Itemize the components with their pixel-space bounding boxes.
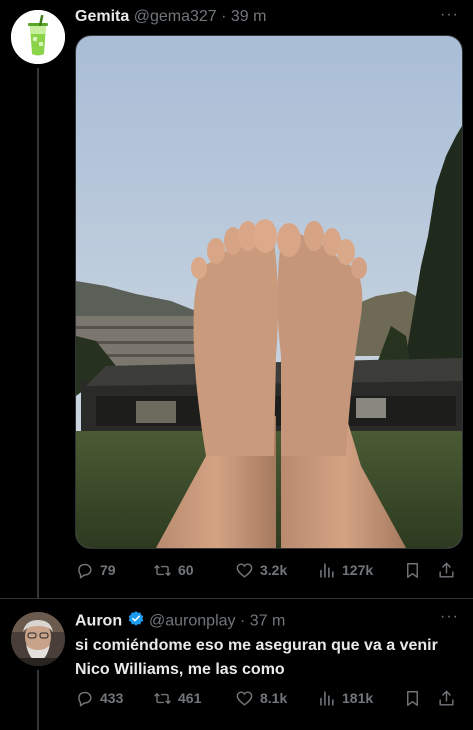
timestamp[interactable]: · 37 m [240,613,285,630]
bookmark-icon [407,562,418,578]
repost-count: 461 [178,690,202,706]
username[interactable]: @auronplay [149,613,236,630]
repost-icon [154,564,171,576]
tweet-actions: 433 461 8.1k 181k [75,686,461,710]
display-name[interactable]: Auron [75,613,122,630]
share-button[interactable] [437,689,457,708]
repost-count: 60 [178,562,194,578]
tweet-photo[interactable] [75,35,463,549]
reply-button[interactable]: 433 [75,689,153,708]
like-button[interactable]: 3.2k [235,561,317,580]
share-button[interactable] [437,561,457,580]
timestamp[interactable]: · 39 m [221,8,266,25]
profile-photo-icon [11,612,65,666]
display-name[interactable]: Gemita [75,8,129,25]
repost-button[interactable]: 60 [153,561,235,580]
views-chart-icon [320,562,334,578]
username[interactable]: @gema327 [134,8,217,25]
reply-icon [78,691,92,706]
reply-count: 433 [100,690,124,706]
views-button[interactable]: 127k [317,561,403,580]
tweet-header: Gemita @gema327 · 39 m [75,8,455,30]
like-count: 8.1k [260,690,288,706]
views-chart-icon [320,690,334,706]
share-icon [439,562,454,578]
bookmark-button[interactable] [403,561,437,580]
repost-icon [154,692,171,704]
thread-line [37,670,39,730]
more-options-icon[interactable]: ··· [440,608,459,626]
divider [0,598,473,599]
bookmark-icon [407,690,418,706]
thread-line [37,68,39,598]
tweet-text: si comiéndome eso me aseguran que va a v… [75,637,438,678]
tweet-actions: 79 60 3.2k 127k [75,558,461,582]
repost-button[interactable]: 461 [153,689,235,708]
verified-badge-icon [127,610,145,633]
reply-button[interactable]: 79 [75,561,153,580]
matcha-drink-icon [11,10,65,64]
bookmark-button[interactable] [403,689,437,708]
feet-photo-image [76,36,462,548]
reply-icon [78,563,92,578]
like-button[interactable]: 8.1k [235,689,317,708]
like-count: 3.2k [260,562,288,578]
views-count: 127k [342,562,374,578]
views-count: 181k [342,690,374,706]
heart-icon [236,562,253,578]
avatar[interactable] [11,612,65,666]
heart-icon [236,690,253,706]
more-options-icon[interactable]: ··· [440,6,459,24]
reply-count: 79 [100,562,116,578]
avatar[interactable] [11,10,65,64]
views-button[interactable]: 181k [317,689,403,708]
share-icon [439,690,454,706]
tweet-header: Auron @auronplay · 37 m [75,610,445,632]
